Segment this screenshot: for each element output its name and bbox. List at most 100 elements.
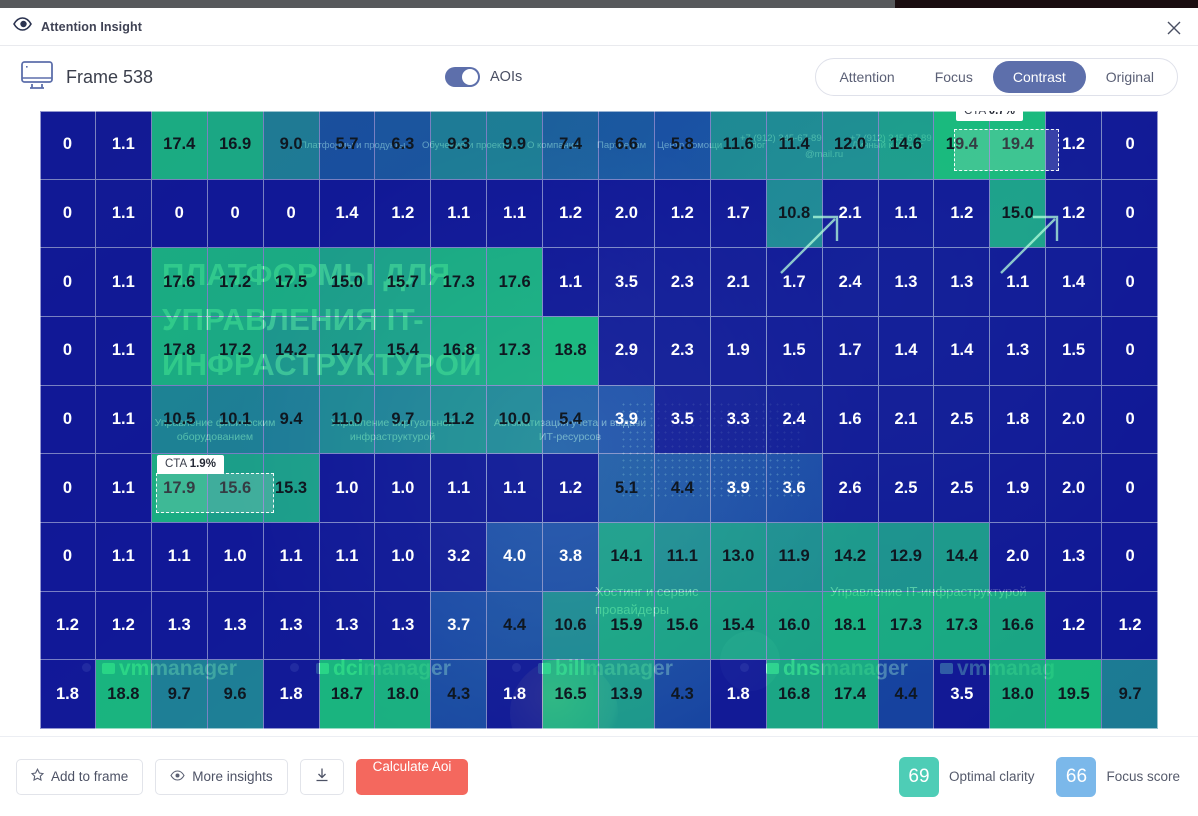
heatmap-cell: 17.6	[151, 248, 208, 317]
heatmap-cell: 0	[1102, 522, 1158, 592]
heatmap-cell-value: 18.8	[107, 685, 140, 704]
heatmap-cell: 15.7	[375, 248, 432, 317]
heatmap-cell-value: 2.5	[950, 478, 974, 497]
heatmap-canvas[interactable]: Платформы для управления IT-инфраструкту…	[20, 111, 1178, 731]
heatmap-cell: 2.0	[599, 179, 655, 249]
heatmap-cell-value: 15.3	[274, 478, 308, 497]
heatmap-cell-value: 11.4	[778, 135, 810, 154]
heatmap-cell: 0	[40, 179, 96, 249]
download-button[interactable]	[299, 758, 344, 795]
heatmap-cell-value: 15.7	[386, 272, 419, 291]
heatmap-cell: 4.3	[431, 660, 488, 729]
heatmap-cell: 1.1	[487, 454, 544, 523]
heatmap-cell-value: 9.4	[279, 409, 303, 428]
heatmap-cell: 0	[1102, 454, 1158, 523]
heatmap-cell: 2.0	[990, 522, 1047, 592]
heatmap-cell-value: 4.4	[894, 685, 918, 704]
heatmap-cell-value: 17.5	[274, 272, 308, 291]
heatmap-cell-value: 3.8	[559, 547, 583, 566]
heatmap-cell-value: 16.0	[778, 615, 811, 634]
aoi-toggle[interactable]	[445, 67, 480, 87]
heatmap-cell: 15.0	[319, 248, 376, 317]
heatmap-cell-value: 17.3	[498, 341, 531, 360]
heatmap-cell-value: 0	[174, 203, 184, 222]
heatmap-cell-value: 1.2	[670, 203, 694, 222]
heatmap-cell-value: 1.1	[111, 135, 135, 154]
heatmap-cell-value: 6.6	[614, 135, 638, 154]
heatmap-cell: 3.6	[766, 454, 823, 523]
heatmap-overlays: Управление физическим оборудованием Упра…	[40, 111, 1158, 729]
tab-attention[interactable]: Attention	[819, 61, 914, 93]
heatmap-cell: 11.0	[319, 385, 376, 455]
heatmap-cell-value: 0	[62, 203, 73, 222]
heatmap-cell-value: 0	[1125, 135, 1135, 154]
heatmap-cell-value: 17.8	[163, 341, 196, 360]
heatmap-cell-value: 16.5	[554, 685, 587, 704]
tab-contrast[interactable]: Contrast	[992, 61, 1086, 93]
heatmap-cell-value: 1.4	[950, 341, 974, 360]
tab-focus[interactable]: Focus	[915, 61, 993, 93]
more-insights-label: More insights	[192, 769, 273, 784]
aoi-tooltip-prefix-1: CTA	[964, 111, 986, 117]
heatmap-cell: 16.0	[766, 591, 823, 661]
heatmap-cell-value: 1.2	[559, 478, 583, 497]
heatmap-cell-value: 1.1	[111, 341, 135, 360]
aoi-toggle-label: AOIs	[490, 69, 523, 85]
heatmap-cell-value: 17.2	[219, 341, 252, 360]
heatmap-cell-value: 19.5	[1057, 685, 1090, 704]
heatmap-cell: 1.3	[319, 591, 376, 661]
monitor-icon	[20, 60, 54, 95]
heatmap-cell: 3.2	[431, 522, 488, 592]
tab-original[interactable]: Original	[1086, 61, 1174, 93]
heatmap-cell: 1.6	[822, 385, 879, 455]
heatmap-cell-value: 9.7	[1118, 685, 1142, 704]
heatmap-cell-value: 0	[62, 478, 73, 497]
heatmap-cell: 14.4	[934, 522, 991, 592]
heatmap-cell: 1.4	[934, 316, 991, 386]
heatmap-cell: 0	[1102, 316, 1158, 386]
heatmap-cell: 0	[40, 385, 96, 455]
heatmap-cell: 1.1	[487, 179, 544, 249]
heatmap-cell: 1.3	[151, 591, 208, 661]
heatmap-cell: 1.1	[95, 111, 152, 180]
heatmap-cell: 1.1	[431, 179, 488, 249]
aoi-toggle-group[interactable]: AOIs	[445, 67, 522, 87]
heatmap-cell: 1.5	[1046, 316, 1103, 386]
footer-actions: Add to frame More insights Calculate Aoi	[0, 758, 469, 795]
heatmap-cell: 1.7	[710, 179, 767, 249]
heatmap-cell-value: 2.0	[1006, 547, 1030, 566]
heatmap-cell-value: 1.8	[503, 685, 527, 704]
heatmap-cell: 1.0	[375, 454, 432, 523]
heatmap-cell: 0	[40, 316, 96, 386]
heatmap-cell-value: 4.0	[503, 547, 527, 566]
heatmap-cell: 1.2	[95, 591, 152, 661]
more-insights-button[interactable]: More insights	[155, 758, 288, 795]
calculate-aoi-button[interactable]: Calculate Aoi	[355, 758, 469, 795]
heatmap-cell-value: 0	[62, 409, 73, 428]
aoi-toggle-knob	[462, 69, 478, 85]
add-to-frame-button[interactable]: Add to frame	[16, 758, 144, 795]
heatmap-cell-value: 7.4	[559, 135, 583, 154]
optimal-clarity-label: Optimal clarity	[948, 769, 1035, 784]
heatmap-cell: 3.3	[710, 385, 767, 455]
heatmap-cell: 1.1	[319, 522, 376, 592]
heatmap-cell: 6.3	[375, 111, 432, 180]
aoi-region-cta-2[interactable]	[156, 473, 274, 513]
heatmap-cell-value: 18.7	[330, 685, 363, 704]
aoi-region-cta-1[interactable]	[954, 129, 1059, 171]
heatmap-cell: 9.7	[151, 660, 208, 729]
heatmap-cell: 17.3	[487, 316, 544, 386]
app-title: Attention Insight	[41, 19, 142, 34]
heatmap-cell: 3.9	[710, 454, 767, 523]
heatmap-cell-value: 1.1	[503, 203, 527, 222]
heatmap-cell: 0	[40, 454, 96, 523]
heatmap-cell: 17.4	[822, 660, 879, 729]
close-icon[interactable]	[1164, 18, 1184, 38]
focus-score-label: Focus score	[1106, 769, 1180, 784]
heatmap-cell-value: 11.0	[331, 409, 363, 428]
view-mode-switcher[interactable]: Attention Focus Contrast Original	[815, 58, 1178, 96]
heatmap-cell: 14.6	[878, 111, 935, 180]
heatmap-cell-value: 15.0	[1001, 203, 1034, 222]
heatmap-cell: 14.7	[319, 316, 376, 386]
heatmap-cell: 18.1	[822, 591, 879, 661]
